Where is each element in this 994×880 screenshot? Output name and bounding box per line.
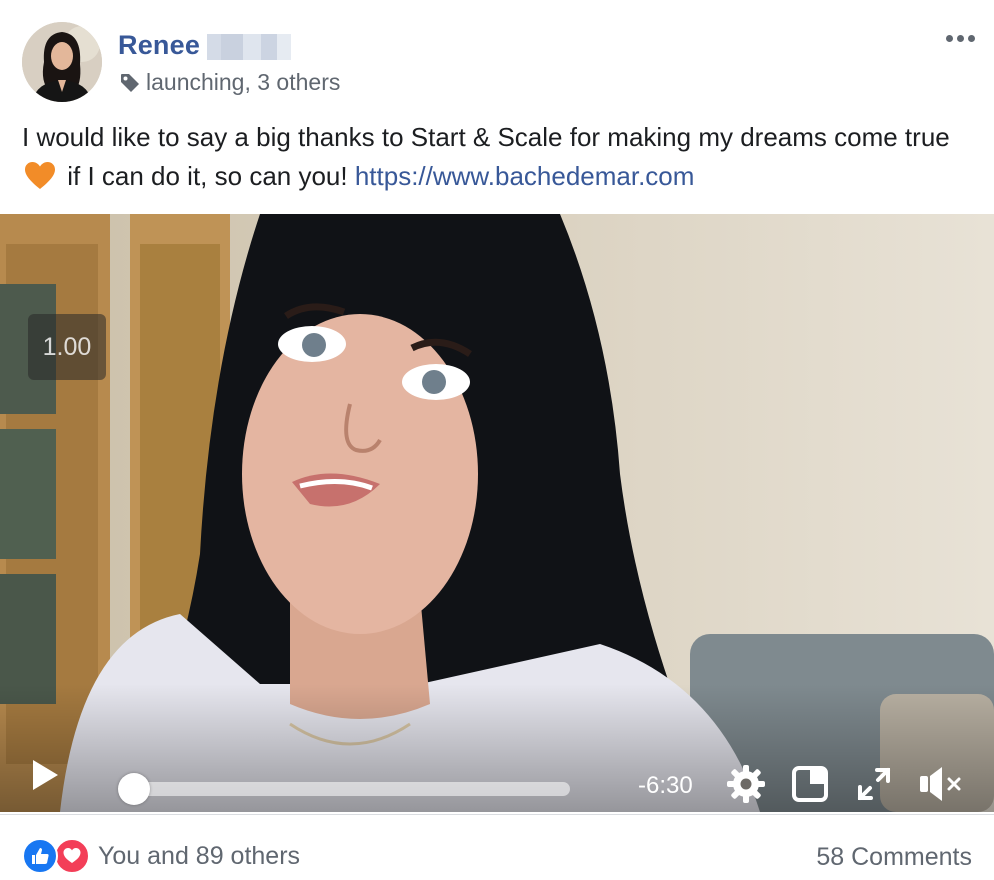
- video-player[interactable]: 1.00 -6:30: [0, 214, 994, 812]
- picture-in-picture-button[interactable]: [792, 766, 828, 802]
- fullscreen-icon: [858, 768, 890, 800]
- facebook-post: Renee launching, 3 others I would like t…: [0, 0, 994, 880]
- time-remaining: -6:30: [638, 772, 693, 799]
- picture-in-picture-icon: [792, 766, 828, 802]
- reactions-summary[interactable]: You and 89 others: [22, 838, 300, 874]
- orange-heart-icon: [24, 161, 56, 191]
- post-text: I would like to say a big thanks to Star…: [22, 118, 972, 196]
- mute-button[interactable]: [918, 764, 962, 804]
- fullscreen-button[interactable]: [856, 766, 892, 802]
- gear-icon: [727, 765, 765, 803]
- play-icon: [33, 760, 58, 790]
- progress-thumb[interactable]: [118, 773, 150, 805]
- post-text-main: I would like to say a big thanks to Star…: [22, 122, 950, 152]
- video-controls: -6:30: [0, 734, 994, 812]
- divider: [0, 814, 994, 815]
- settings-button[interactable]: [726, 764, 766, 804]
- play-button[interactable]: [30, 758, 60, 792]
- like-icon: [22, 838, 58, 874]
- playback-speed-badge[interactable]: 1.00: [28, 314, 106, 380]
- progress-track[interactable]: [134, 782, 570, 796]
- more-options-icon: [945, 34, 953, 42]
- muted-speaker-icon: [920, 767, 961, 801]
- author-name[interactable]: Renee: [118, 30, 200, 61]
- post-text-after: if I can do it, so can you!: [60, 161, 355, 191]
- more-options-button[interactable]: [940, 24, 980, 52]
- redacted-surname: [207, 34, 291, 60]
- love-icon: [54, 838, 90, 874]
- post-link[interactable]: https://www.bachedemar.com: [355, 161, 695, 191]
- reactions-text: You and 89 others: [98, 841, 301, 870]
- video-frame: [0, 214, 994, 812]
- tagged-with[interactable]: launching, 3 others: [118, 69, 340, 96]
- tagline-text: launching, 3 others: [146, 69, 341, 95]
- author-avatar[interactable]: [22, 22, 102, 102]
- tag-icon: [118, 71, 142, 95]
- comments-count[interactable]: 58 Comments: [816, 843, 972, 872]
